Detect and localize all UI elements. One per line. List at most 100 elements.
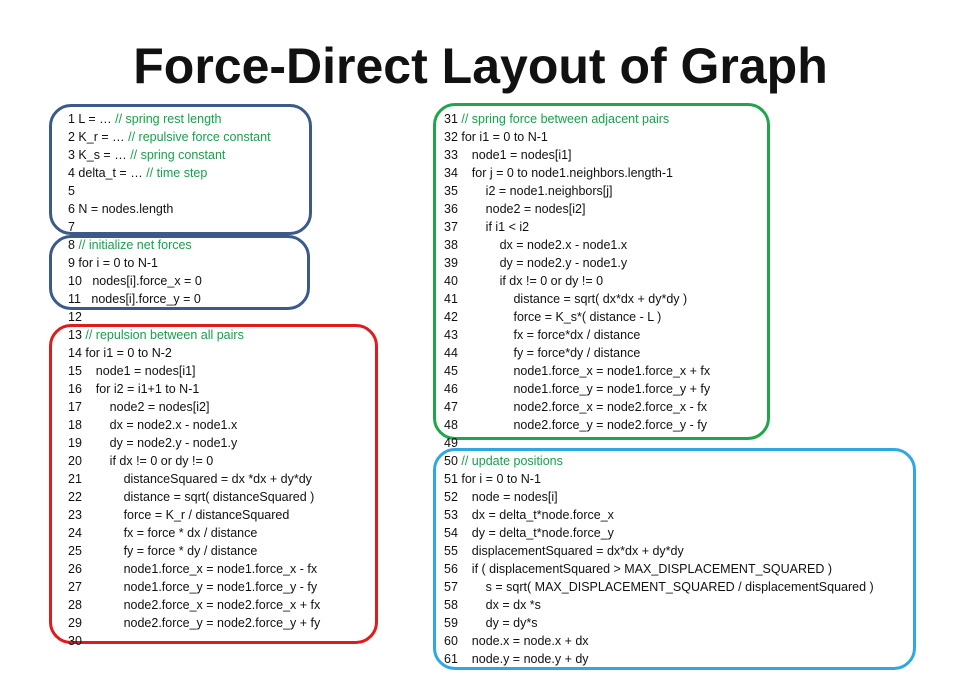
code-text: 33 node1 = nodes[i1] — [444, 148, 572, 162]
code-text: 60 node.x = node.x + dx — [444, 634, 589, 648]
code-line: 29 node2.force_y = node2.force_y + fy — [68, 614, 320, 632]
code-text: 51 for i = 0 to N-1 — [444, 472, 541, 486]
code-line: 44 fy = force*dy / distance — [444, 344, 640, 362]
code-line: 50 // update positions — [444, 452, 563, 470]
code-text: 1 L = … — [68, 112, 116, 126]
code-line: 25 fy = force * dy / distance — [68, 542, 257, 560]
code-line: 31 // spring force between adjacent pair… — [444, 110, 669, 128]
code-text: 19 dy = node2.y - node1.y — [68, 436, 238, 450]
code-text: 59 dy = dy*s — [444, 616, 538, 630]
code-text: 56 if ( displacementSquared > MAX_DISPLA… — [444, 562, 832, 576]
code-line: 36 node2 = nodes[i2] — [444, 200, 585, 218]
code-line: 42 force = K_s*( distance - L ) — [444, 308, 661, 326]
code-text: 5 — [68, 184, 75, 198]
code-text: 18 dx = node2.x - node1.x — [68, 418, 238, 432]
code-text: 28 node2.force_x = node2.force_x + fx — [68, 598, 321, 612]
code-text: 9 for i = 0 to N-1 — [68, 256, 158, 270]
code-line: 15 node1 = nodes[i1] — [68, 362, 196, 380]
code-text: 21 distanceSquared = dx *dx + dy*dy — [68, 472, 312, 486]
code-line: 48 node2.force_y = node2.force_y - fy — [444, 416, 707, 434]
code-text: 50 — [444, 454, 462, 468]
code-line: 4 delta_t = … // time step — [68, 164, 207, 182]
code-text: 20 if dx != 0 or dy != 0 — [68, 454, 214, 468]
code-text: 61 node.y = node.y + dy — [444, 652, 589, 666]
code-line: 14 for i1 = 0 to N-2 — [68, 344, 172, 362]
code-comment: // repulsion between all pairs — [85, 328, 244, 342]
code-line: 60 node.x = node.x + dx — [444, 632, 589, 650]
code-line: 5 — [68, 182, 75, 200]
code-text: 34 for j = 0 to node1.neighbors.length-1 — [444, 166, 673, 180]
code-line: 47 node2.force_x = node2.force_x - fx — [444, 398, 707, 416]
code-text: 53 dx = delta_t*node.force_x — [444, 508, 614, 522]
code-text: 55 displacementSquared = dx*dx + dy*dy — [444, 544, 684, 558]
code-text: 47 node2.force_x = node2.force_x - fx — [444, 400, 707, 414]
code-text: 42 force = K_s*( distance - L ) — [444, 310, 662, 324]
code-text: 44 fy = force*dy / distance — [444, 346, 641, 360]
code-line: 7 — [68, 218, 75, 236]
code-text: 43 fx = force*dx / distance — [444, 328, 641, 342]
code-comment: // spring constant — [130, 148, 226, 162]
code-comment: // repulsive force constant — [128, 130, 271, 144]
code-text: 13 — [68, 328, 86, 342]
code-text: 2 K_r = … — [68, 130, 129, 144]
code-text: 30 — [68, 634, 82, 648]
code-text: 26 node1.force_x = node1.force_x - fx — [68, 562, 318, 576]
code-text: 41 distance = sqrt( dx*dx + dy*dy ) — [444, 292, 688, 306]
code-line: 3 K_s = … // spring constant — [68, 146, 225, 164]
code-comment: // spring force between adjacent pairs — [461, 112, 670, 126]
code-line: 43 fx = force*dx / distance — [444, 326, 640, 344]
code-text: 58 dx = dx *s — [444, 598, 541, 612]
code-line: 57 s = sqrt( MAX_DISPLACEMENT_SQUARED / … — [444, 578, 874, 596]
code-text: 10 nodes[i].force_x = 0 — [68, 274, 202, 288]
code-text: 14 for i1 = 0 to N-2 — [68, 346, 172, 360]
code-text: 16 for i2 = i1+1 to N-1 — [68, 382, 200, 396]
code-text: 12 — [68, 310, 82, 324]
code-text: 7 — [68, 220, 75, 234]
code-line: 49 — [444, 434, 458, 452]
code-text: 6 N = nodes.length — [68, 202, 174, 216]
code-line: 18 dx = node2.x - node1.x — [68, 416, 237, 434]
code-text: 29 node2.force_y = node2.force_y + fy — [68, 616, 321, 630]
code-line: 33 node1 = nodes[i1] — [444, 146, 572, 164]
code-line: 20 if dx != 0 or dy != 0 — [68, 452, 213, 470]
code-text: 39 dy = node2.y - node1.y — [444, 256, 628, 270]
code-text: 22 distance = sqrt( distanceSquared ) — [68, 490, 315, 504]
code-line: 30 — [68, 632, 82, 650]
code-text: 49 — [444, 436, 458, 450]
code-line: 24 fx = force * dx / distance — [68, 524, 257, 542]
code-line: 23 force = K_r / distanceSquared — [68, 506, 289, 524]
code-line: 6 N = nodes.length — [68, 200, 173, 218]
code-text: 57 s = sqrt( MAX_DISPLACEMENT_SQUARED / … — [444, 580, 874, 594]
code-line: 19 dy = node2.y - node1.y — [68, 434, 237, 452]
code-line: 51 for i = 0 to N-1 — [444, 470, 541, 488]
code-line: 52 node = nodes[i] — [444, 488, 558, 506]
code-line: 26 node1.force_x = node1.force_x - fx — [68, 560, 317, 578]
code-line: 21 distanceSquared = dx *dx + dy*dy — [68, 470, 312, 488]
code-text: 24 fx = force * dx / distance — [68, 526, 258, 540]
code-text: 25 fy = force * dy / distance — [68, 544, 258, 558]
code-comment: // initialize net forces — [78, 238, 192, 252]
code-line: 56 if ( displacementSquared > MAX_DISPLA… — [444, 560, 832, 578]
code-line: 41 distance = sqrt( dx*dx + dy*dy ) — [444, 290, 687, 308]
code-comment: // spring rest length — [115, 112, 222, 126]
code-line: 38 dx = node2.x - node1.x — [444, 236, 627, 254]
code-line: 28 node2.force_x = node2.force_x + fx — [68, 596, 320, 614]
code-line: 17 node2 = nodes[i2] — [68, 398, 209, 416]
code-text: 52 node = nodes[i] — [444, 490, 558, 504]
page-title: Force-Direct Layout of Graph — [133, 38, 828, 94]
code-text: 40 if dx != 0 or dy != 0 — [444, 274, 604, 288]
code-text: 31 — [444, 112, 462, 126]
code-line: 1 L = … // spring rest length — [68, 110, 221, 128]
code-text: 23 force = K_r / distanceSquared — [68, 508, 290, 522]
code-line: 46 node1.force_y = node1.force_y + fy — [444, 380, 710, 398]
code-comment: // update positions — [461, 454, 563, 468]
code-line: 2 K_r = … // repulsive force constant — [68, 128, 271, 146]
code-line: 32 for i1 = 0 to N-1 — [444, 128, 548, 146]
code-comment: // time step — [146, 166, 208, 180]
code-text: 37 if i1 < i2 — [444, 220, 530, 234]
code-text: 3 K_s = … — [68, 148, 131, 162]
code-line: 55 displacementSquared = dx*dx + dy*dy — [444, 542, 684, 560]
code-text: 46 node1.force_y = node1.force_y + fy — [444, 382, 711, 396]
code-text: 15 node1 = nodes[i1] — [68, 364, 196, 378]
code-text: 38 dx = node2.x - node1.x — [444, 238, 628, 252]
